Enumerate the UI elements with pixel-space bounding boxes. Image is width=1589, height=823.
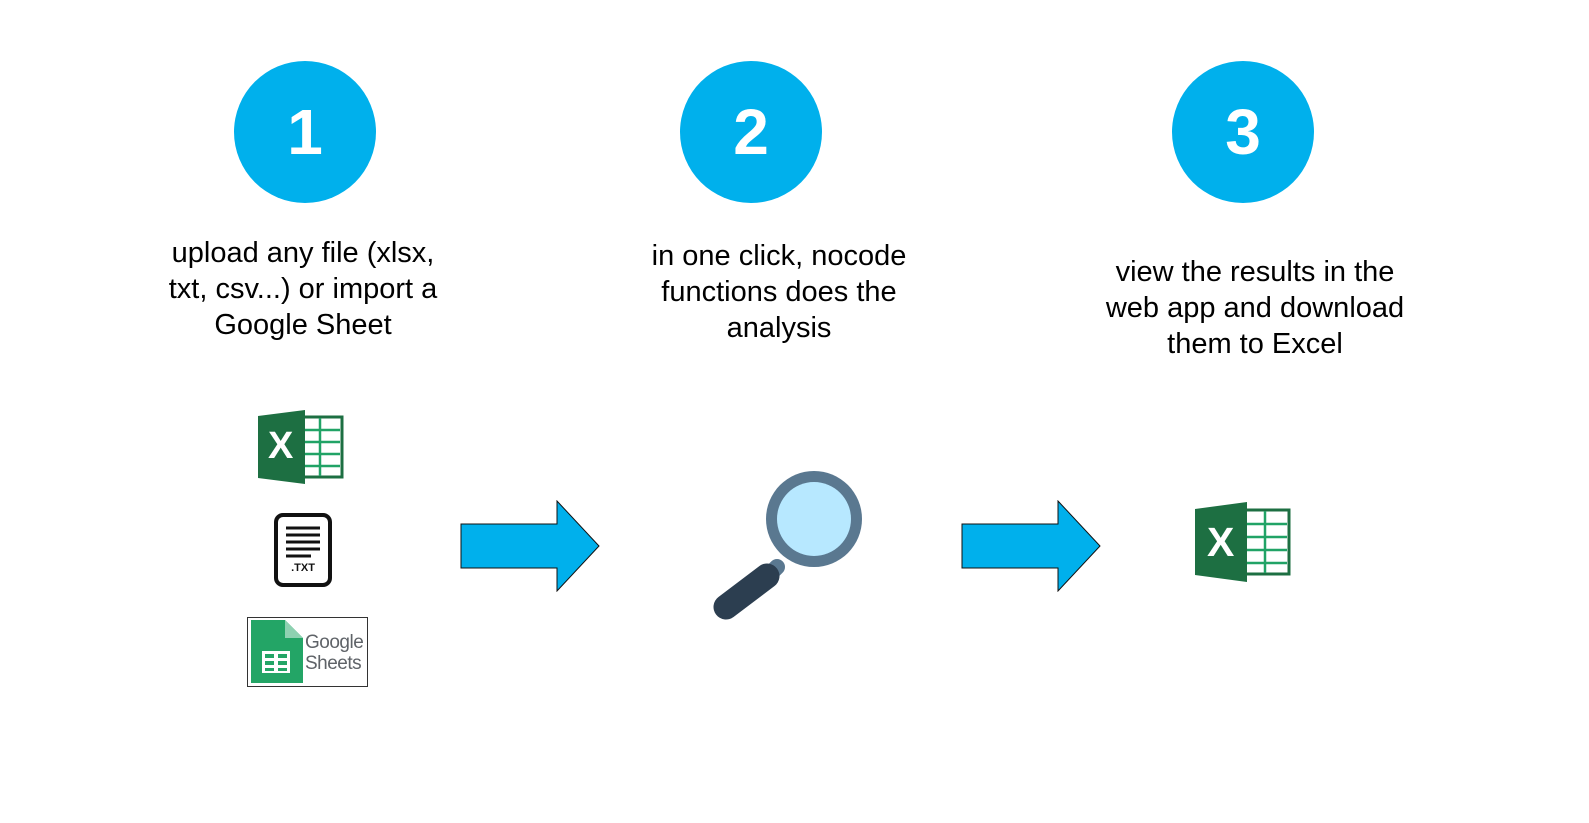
google-sheets-wordmark: Google Sheets [305, 632, 364, 674]
step-1-text: upload any file (xlsx, txt, csv...) or i… [168, 237, 438, 341]
excel-icon: X [1195, 502, 1291, 582]
step-2-text: in one click, nocode functions does the … [651, 240, 907, 344]
excel-x-letter: X [1207, 519, 1235, 565]
step-1-number: 1 [234, 61, 376, 203]
txt-file-icon: .TXT [273, 512, 333, 588]
google-word: Google [305, 632, 364, 653]
step-3-text: view the results in the web app and down… [1105, 256, 1405, 360]
excel-icon: X [258, 410, 344, 484]
txt-label: .TXT [291, 562, 315, 574]
arrow-right-icon [460, 500, 601, 592]
step-3-number: 3 [1172, 61, 1314, 203]
arrow-right-icon [961, 500, 1102, 592]
google-sheets-icon: Google Sheets [247, 617, 368, 687]
sheets-word: Sheets [305, 653, 362, 674]
magnifying-glass-icon [710, 466, 868, 624]
excel-x-letter: X [268, 425, 294, 467]
step-2-number: 2 [680, 61, 822, 203]
